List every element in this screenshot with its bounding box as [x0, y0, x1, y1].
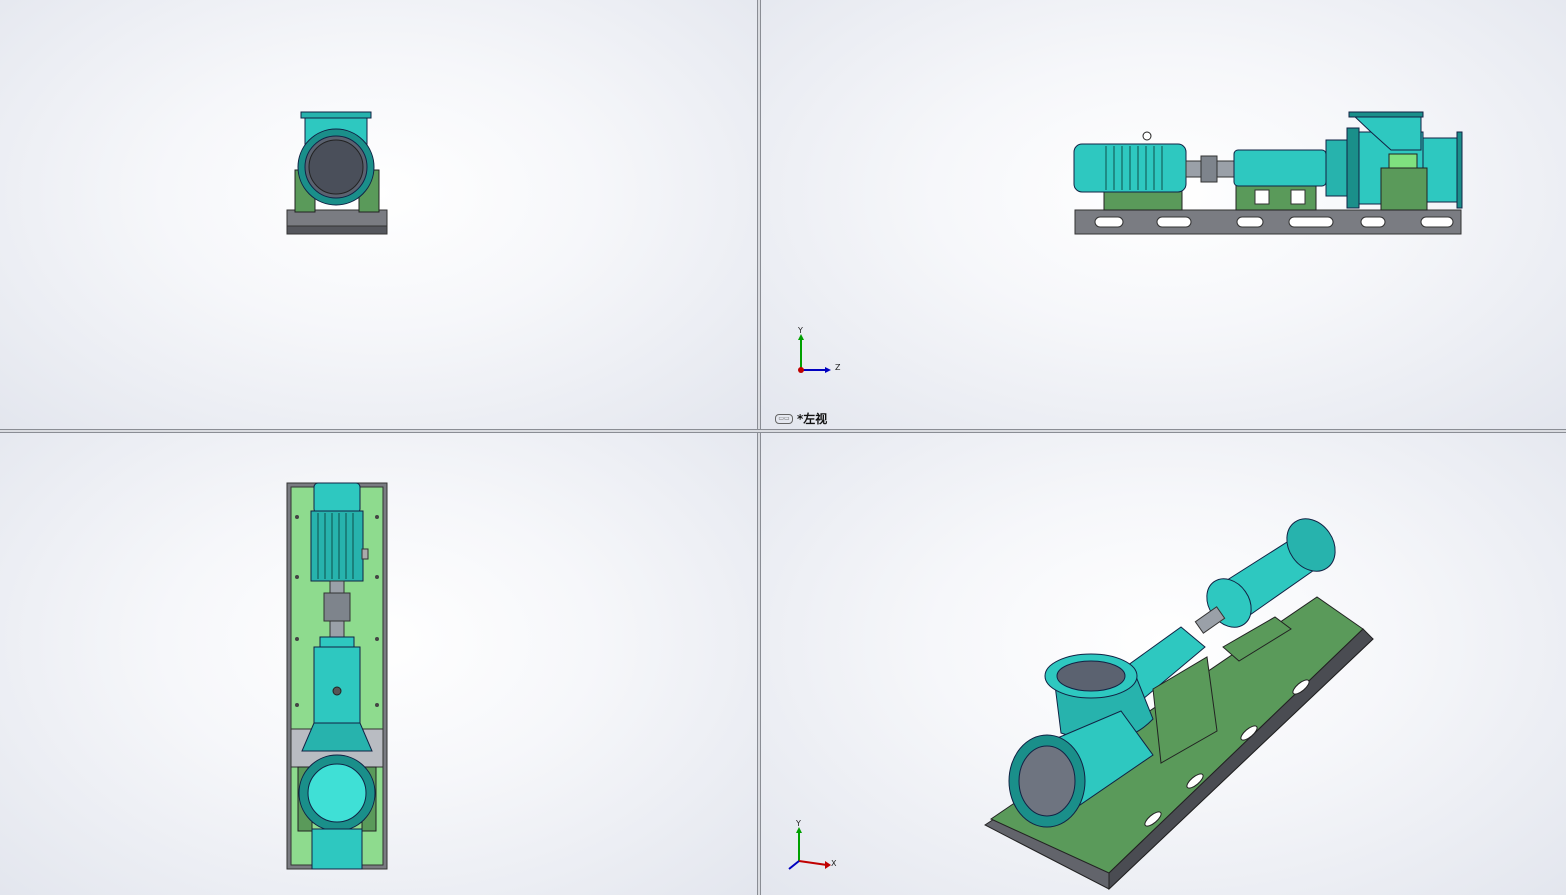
inlet-pipe: [1422, 137, 1460, 203]
lifting-eye: [1142, 131, 1152, 141]
isometric-view-model: [984, 518, 1374, 891]
motor: [310, 510, 364, 582]
bearing-housing: [313, 646, 361, 724]
bearing-housing: [1233, 149, 1327, 187]
view-orientation-icon: ▭▭: [775, 413, 793, 424]
front-view-model: [286, 111, 388, 235]
left-view-model: [1073, 111, 1463, 235]
viewport-left[interactable]: Y Z ▭▭ *左视: [761, 0, 1566, 429]
pump-flange: [1346, 127, 1360, 209]
axis-triad: Y Z: [791, 326, 851, 378]
inlet-bore: [1018, 745, 1076, 817]
base-frame: [1074, 209, 1462, 235]
motor-fan-cover: [313, 482, 361, 514]
view-name-text: *左视: [797, 412, 828, 426]
discharge-pipe: [311, 828, 363, 870]
coupling: [323, 592, 351, 622]
top-view-model: [286, 482, 388, 870]
view-name-label: ▭▭ *左视: [775, 410, 827, 427]
casing-support: [1380, 167, 1428, 211]
triad-x-label: X: [831, 859, 837, 868]
axis-triad: Y X: [781, 819, 841, 871]
triad-y-label: Y: [796, 819, 801, 828]
triad-z-label: Z: [835, 363, 841, 372]
viewport-front[interactable]: [0, 0, 757, 429]
viewport-top[interactable]: [0, 433, 757, 895]
viewport-isometric[interactable]: Y X: [761, 433, 1566, 895]
triad-y-label: Y: [798, 326, 803, 335]
